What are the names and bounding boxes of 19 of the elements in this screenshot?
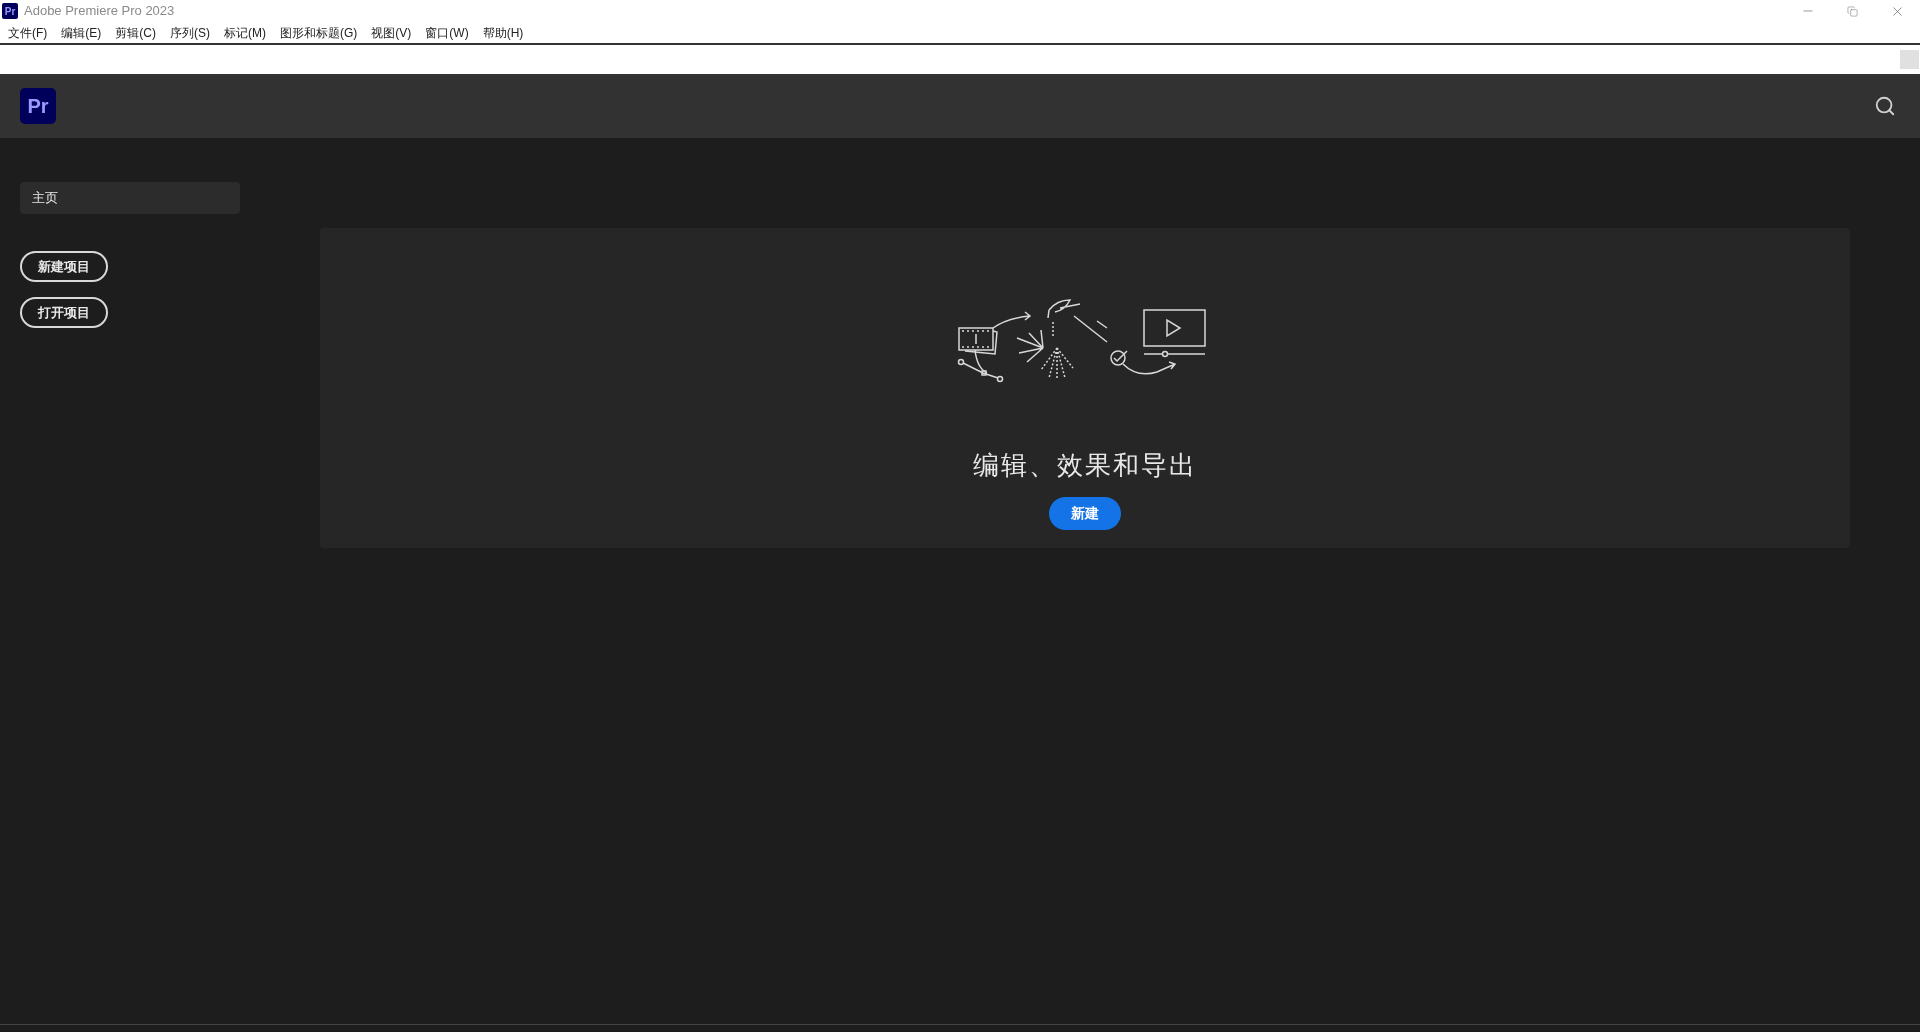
window-title: Adobe Premiere Pro 2023 bbox=[24, 2, 175, 21]
menu-item[interactable]: 剪辑(C) bbox=[109, 23, 162, 42]
new-button[interactable]: 新建 bbox=[1049, 497, 1121, 530]
sidebar-item[interactable]: 主页 bbox=[20, 182, 240, 214]
project-button[interactable]: 打开项目 bbox=[20, 297, 108, 328]
restore-icon bbox=[1847, 5, 1858, 17]
menu-item[interactable]: 视图(V) bbox=[365, 23, 418, 42]
app-badge: Pr bbox=[2, 3, 18, 19]
search-icon[interactable] bbox=[1874, 95, 1896, 117]
card-title: 编辑、效果和导出 bbox=[973, 449, 1197, 482]
menu-item[interactable]: 标记(M) bbox=[218, 23, 272, 42]
menu-item[interactable]: 文件(F) bbox=[2, 23, 54, 42]
project-button[interactable]: 新建项目 bbox=[20, 251, 108, 282]
menu-item[interactable]: 编辑(E) bbox=[55, 23, 108, 42]
menu-item[interactable]: 窗口(W) bbox=[419, 23, 475, 42]
menu-item[interactable]: 图形和标题(G) bbox=[274, 23, 364, 42]
menu-item[interactable]: 序列(S) bbox=[164, 23, 216, 42]
app-logo: Pr bbox=[20, 88, 56, 124]
menu-item[interactable]: 帮助(H) bbox=[476, 23, 530, 42]
